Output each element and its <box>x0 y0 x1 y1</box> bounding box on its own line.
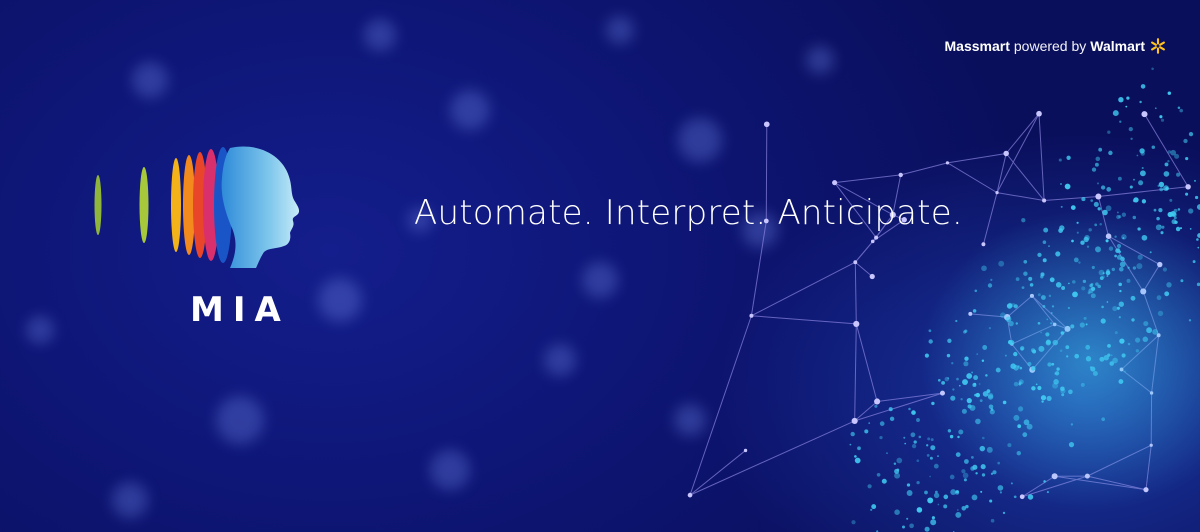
mia-wordmark: MIA <box>190 290 290 330</box>
brand-partner: Walmart <box>1090 38 1145 54</box>
tagline: Automate. Interpret. Anticipate. <box>414 193 963 233</box>
hero-banner: Massmart powered by Walmart MIA Automate… <box>0 0 1200 532</box>
brand-connector: powered by <box>1013 38 1087 54</box>
mia-head-profile-icon <box>94 146 300 268</box>
brand-name: Massmart <box>944 38 1010 54</box>
walmart-spark-icon <box>1151 38 1165 54</box>
massmart-walmart-brand: Massmart powered by Walmart <box>945 38 1166 54</box>
